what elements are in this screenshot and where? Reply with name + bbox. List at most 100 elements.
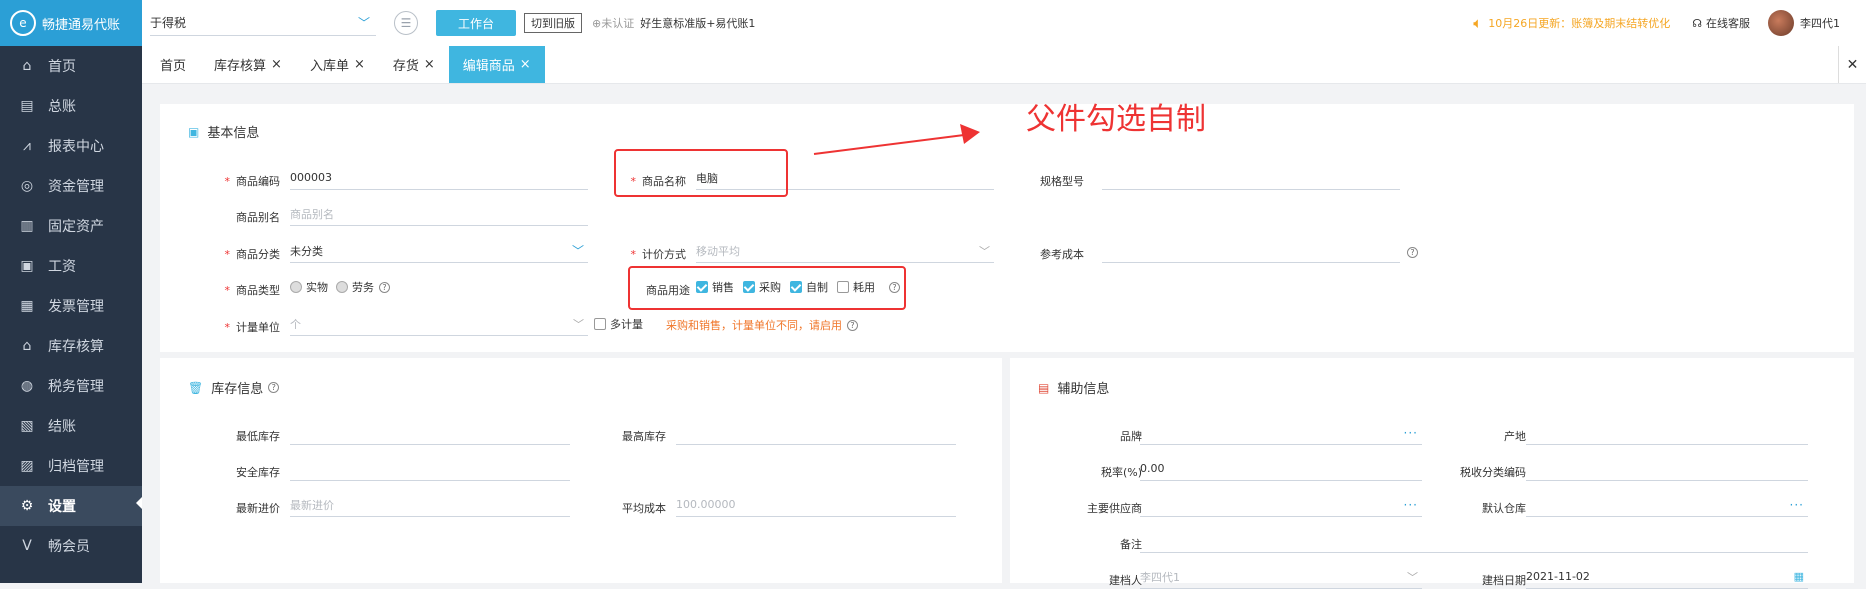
tab-4[interactable]: 编辑商品 × — [448, 46, 545, 83]
sidebar-item-chart[interactable]: ⩘ 报表中心 — [0, 126, 142, 166]
sidebar-item-label: 畅会员 — [48, 539, 90, 555]
basic-info-panel: ▣ 基本信息 * 商品编码 000003 * 商品名称 电脑 规格型号 商品别名 商… — [160, 104, 1854, 352]
category-select[interactable]: 未分类 ﹀ — [290, 239, 588, 263]
alias-field[interactable]: 商品别名 — [290, 202, 588, 226]
tab-label: 首页 — [160, 59, 187, 74]
type-radio-group: 实物 劳务 ? — [290, 279, 390, 295]
sidebar-item-close-book[interactable]: ▧ 结账 — [0, 406, 142, 446]
menu-toggle-icon[interactable]: ☰ — [394, 11, 418, 35]
company-select[interactable]: 于得税 ﹀ — [150, 10, 376, 36]
spec-field[interactable] — [1102, 166, 1400, 190]
tax-code-field[interactable] — [1526, 457, 1808, 481]
safe-stock-label: 安全库存 — [236, 466, 280, 479]
type-option-physical[interactable]: 实物 — [306, 279, 328, 295]
created-value: 2021-11-02 — [1526, 570, 1590, 583]
supplier-field[interactable]: ··· — [1140, 493, 1422, 517]
origin-field[interactable] — [1526, 421, 1808, 445]
min-stock-field[interactable] — [290, 421, 570, 445]
more-icon[interactable]: ··· — [1790, 498, 1804, 512]
highlight-name-box — [614, 149, 788, 197]
sidebar-item-asset[interactable]: ▥ 固定资产 — [0, 206, 142, 246]
annotation-text: 父件勾选自制 — [1026, 102, 1206, 137]
username[interactable]: 李四代1 — [1800, 15, 1840, 31]
ledger-icon: ▤ — [20, 98, 34, 114]
sidebar-item-tax[interactable]: ◍ 税务管理 — [0, 366, 142, 406]
customer-service-link[interactable]: ☊ 在线客服 — [1692, 15, 1750, 31]
invoice-icon: ▦ — [20, 298, 34, 314]
refcost-field[interactable] — [1102, 239, 1400, 263]
max-stock-field[interactable] — [676, 421, 956, 445]
avatar[interactable] — [1768, 10, 1794, 36]
sidebar-item-money[interactable]: ◎ 资金管理 — [0, 166, 142, 206]
help-icon[interactable]: ? — [847, 319, 858, 331]
sidebar-item-salary[interactable]: ▣ 工资 — [0, 246, 142, 286]
tax-rate-field[interactable]: 0.00 — [1140, 457, 1422, 481]
workbench-button[interactable]: 工作台 — [436, 10, 516, 36]
remark-field[interactable] — [1140, 529, 1808, 553]
type-label: * 商品类型 — [224, 284, 281, 297]
vip-icon: V — [22, 538, 32, 554]
pricing-select[interactable]: 移动平均 ﹀ — [696, 239, 994, 263]
edition-label: 好生意标准版+易代账1 — [640, 17, 756, 30]
money-icon: ◎ — [20, 178, 34, 194]
close-icon[interactable]: × — [424, 57, 435, 72]
sidebar-item-warehouse[interactable]: ⌂ 库存核算 — [0, 326, 142, 366]
help-icon[interactable]: ? — [379, 281, 390, 293]
min-stock-label: 最低库存 — [236, 430, 280, 443]
help-icon[interactable]: ? — [1407, 247, 1418, 258]
asset-icon: ▥ — [20, 218, 34, 234]
last-price-field[interactable]: 最新进价 — [290, 493, 570, 517]
chevron-down-icon: ﹀ — [357, 16, 370, 30]
sidebar-item-vip[interactable]: V 畅会员 — [0, 526, 142, 566]
code-label-text: 商品编码 — [236, 175, 280, 188]
tax-rate-label: 税率(%) — [1100, 466, 1142, 479]
tab-1[interactable]: 库存核算 × — [200, 46, 296, 83]
creator-value: 李四代1 — [1140, 570, 1180, 584]
app-logo[interactable]: e 畅捷通易代账 — [0, 0, 142, 46]
creator-label: 建档人 — [1109, 574, 1142, 587]
warehouse-field[interactable]: ··· — [1526, 493, 1808, 517]
close-icon[interactable]: × — [271, 57, 282, 72]
radio-service[interactable] — [336, 281, 348, 293]
unit-select[interactable]: 个 ﹀ — [290, 312, 588, 336]
tab-2[interactable]: 入库单 × — [296, 46, 379, 83]
update-notice[interactable]: 🔈︎ 10月26日更新：账簿及期末结转优化 — [1473, 14, 1670, 32]
unverified-status[interactable]: ⊕未认证 — [592, 15, 634, 31]
sidebar-item-label: 发票管理 — [48, 299, 104, 315]
sidebar-item-archive[interactable]: ▨ 归档管理 — [0, 446, 142, 486]
refcost-label: 参考成本 — [1040, 248, 1084, 261]
sidebar-item-label: 归档管理 — [48, 459, 104, 475]
type-option-service[interactable]: 劳务 — [352, 279, 374, 295]
more-icon[interactable]: ··· — [1404, 498, 1418, 512]
multi-unit-checkbox[interactable] — [594, 318, 606, 330]
safe-stock-field[interactable] — [290, 457, 570, 481]
close-icon[interactable]: × — [354, 57, 365, 72]
speaker-icon: 🔈︎ — [1473, 14, 1483, 32]
code-label: * 商品编码 — [224, 175, 281, 188]
sidebar-item-ledger[interactable]: ▤ 总账 — [0, 86, 142, 126]
close-icon[interactable]: × — [520, 57, 531, 72]
calendar-icon[interactable]: ▦ — [1794, 570, 1804, 583]
brand-field[interactable]: ··· — [1140, 421, 1422, 445]
chevron-down-icon: ﹀ — [979, 244, 990, 258]
switch-old-version-button[interactable]: 切到旧版 — [524, 13, 582, 33]
close-all-tabs-icon[interactable]: ✕ — [1838, 46, 1866, 83]
pricing-label-text: 计价方式 — [642, 248, 686, 261]
sidebar-item-label: 结账 — [48, 419, 76, 435]
sidebar-item-invoice[interactable]: ▦ 发票管理 — [0, 286, 142, 326]
sidebar-item-gear[interactable]: ⚙ 设置 — [0, 486, 142, 526]
category-value: 未分类 — [290, 244, 323, 258]
pricing-label: * 计价方式 — [630, 248, 687, 261]
code-field[interactable]: 000003 — [290, 166, 588, 190]
created-field[interactable]: 2021-11-02 ▦ — [1526, 565, 1808, 589]
max-stock-label: 最高库存 — [622, 430, 666, 443]
radio-physical[interactable] — [290, 281, 302, 293]
help-icon[interactable]: ? — [268, 382, 280, 393]
tax-code-label: 税收分类编码 — [1460, 466, 1526, 479]
sidebar-item-home[interactable]: ⌂ 首页 — [0, 46, 142, 86]
more-icon[interactable]: ··· — [1404, 426, 1418, 440]
tab-3[interactable]: 存货 × — [379, 46, 449, 83]
multi-unit-toggle[interactable]: 多计量 — [594, 316, 643, 332]
alias-label: 商品别名 — [236, 211, 280, 224]
tab-0[interactable]: 首页 — [146, 46, 200, 83]
